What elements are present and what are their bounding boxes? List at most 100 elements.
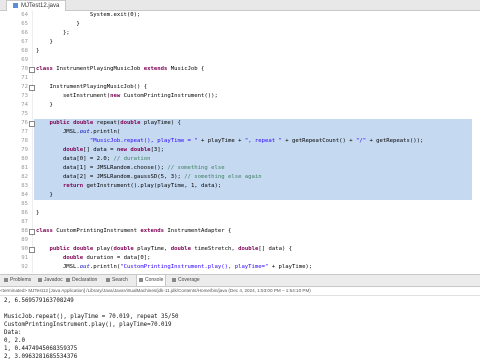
- console-line: Data:: [4, 330, 22, 336]
- line-number: 84: [21, 192, 28, 198]
- code-line[interactable]: 89: [0, 236, 480, 245]
- code-line[interactable]: 85: [0, 200, 480, 209]
- line-number: 66: [21, 30, 28, 36]
- code-line[interactable]: 87: [0, 218, 480, 227]
- editor-tab-file[interactable]: MJTest12.java: [6, 0, 67, 11]
- code-line[interactable]: 72 InstrumentPlayingMusicJob() {: [0, 83, 480, 92]
- code-line[interactable]: 70 class InstrumentPlayingMusicJob extend…: [0, 65, 480, 74]
- line-number: 76: [21, 120, 28, 126]
- fold-toggle-icon[interactable]: [29, 229, 35, 235]
- code-line[interactable]: 90 public double play(double playTime, d…: [0, 245, 480, 254]
- code-line[interactable]: 82 data[2] = JMSLRandom.gaussSD(5, 3); /…: [0, 173, 480, 182]
- code-text: }: [36, 21, 80, 27]
- code-line[interactable]: 92 JMSL.out.println("CustomPrintingInstr…: [0, 263, 480, 272]
- code-editor[interactable]: 64 System.exit(0); 65 } 66 }; 67 } 68} 69 70 c…: [0, 11, 480, 273]
- problems-icon: [4, 277, 8, 282]
- code-text: data[0] = 2.0; // duration: [34, 155, 472, 164]
- console-line: 0, 2.0: [4, 338, 25, 344]
- code-text: public double repeat(double playTime) {: [34, 119, 472, 128]
- fold-toggle-icon[interactable]: [29, 247, 35, 253]
- code-line[interactable]: 68}: [0, 47, 480, 56]
- code-line[interactable]: 78 "MusicJob.repeat(), playTime = " + pl…: [0, 137, 480, 146]
- code-line[interactable]: 75: [0, 110, 480, 119]
- code-text: }: [36, 48, 40, 54]
- code-line[interactable]: 73 setInstrument(new CustomPrintingInstr…: [0, 92, 480, 101]
- code-line[interactable]: 86}: [0, 209, 480, 218]
- code-text: return getInstrument().play(playTime, 1,…: [34, 182, 472, 191]
- code-text: double duration = data[0];: [62, 255, 151, 261]
- line-number: 81: [21, 165, 28, 171]
- code-line[interactable]: 77 JMSL.out.println(: [0, 128, 480, 137]
- line-number: 72: [21, 84, 28, 90]
- line-number: 75: [21, 111, 28, 117]
- console-tab-problems[interactable]: Problems: [4, 275, 31, 286]
- console-tab-label: Javadoc: [44, 277, 63, 283]
- console-tab-label: Declaration: [72, 277, 98, 283]
- code-text: setInstrument(new CustomPrintingInstrume…: [36, 93, 218, 99]
- console-tab-declaration[interactable]: Declaration: [66, 275, 97, 286]
- editor-tab-label: MJTest12.java: [21, 3, 60, 9]
- code-line[interactable]: 88 class CustomPrintingInstrument extends…: [0, 227, 480, 236]
- code-text: };: [36, 30, 70, 36]
- console-tab-label: Console: [145, 277, 164, 283]
- ide-window: MJTest12.java 64 System.exit(0); 65 } 66 }…: [0, 0, 480, 360]
- line-number: 65: [21, 21, 28, 27]
- code-text: }: [36, 39, 53, 45]
- line-number: 71: [21, 75, 28, 81]
- code-line[interactable]: 80 data[0] = 2.0; // duration: [0, 155, 480, 164]
- code-line[interactable]: 83 return getInstrument().play(playTime,…: [0, 182, 480, 191]
- code-line[interactable]: 91 double duration = data[0];: [0, 254, 480, 263]
- code-line[interactable]: 67 }: [0, 38, 480, 47]
- code-text: double[] data = new double[3];: [34, 146, 472, 155]
- line-number: 74: [21, 102, 28, 108]
- code-line[interactable]: 93 JMSL.out.println("Data:");: [0, 272, 480, 273]
- code-line[interactable]: 71: [0, 74, 480, 83]
- console-tab-console[interactable]: Console: [136, 275, 167, 286]
- console-line: MusicJob.repeat(), playTime = 70.019, re…: [4, 314, 179, 320]
- code-line[interactable]: 76 public double repeat(double playTime)…: [0, 119, 480, 128]
- console-tab-coverage[interactable]: Coverage: [172, 275, 200, 286]
- console-tab-label: Search: [112, 277, 128, 283]
- line-number: 86: [21, 210, 28, 216]
- line-number: 68: [21, 48, 28, 54]
- code-text: data[1] = JMSLRandom.choose(); // someth…: [34, 164, 472, 173]
- console-tab-search[interactable]: Search: [106, 275, 128, 286]
- line-number: 70: [21, 66, 28, 72]
- code-text: public double play(double playTime, doub…: [49, 246, 293, 252]
- fold-toggle-icon[interactable]: [29, 121, 35, 127]
- line-number: 79: [21, 147, 28, 153]
- line-number: 89: [21, 237, 28, 243]
- console-status: <terminated> MJTest12 [Java Application]…: [0, 286, 480, 296]
- code-line[interactable]: 64 System.exit(0);: [0, 11, 480, 20]
- code-line[interactable]: 66 };: [0, 29, 480, 38]
- console-tab-label: Coverage: [178, 277, 200, 283]
- code-line[interactable]: 74 }: [0, 101, 480, 110]
- console-line: 2, 3.0963281685534376: [4, 354, 78, 360]
- code-text: JMSL.out.println(: [34, 128, 472, 137]
- code-line[interactable]: 69: [0, 56, 480, 65]
- console-tab-javadoc[interactable]: Javadoc: [38, 275, 63, 286]
- code-text: class InstrumentPlayingMusicJob extends …: [36, 66, 205, 72]
- console-icon: [139, 277, 143, 282]
- code-text: JMSL.out.println("CustomPrintingInstrume…: [36, 264, 313, 270]
- code-line[interactable]: 81 data[1] = JMSLRandom.choose(); // som…: [0, 164, 480, 173]
- fold-toggle-icon[interactable]: [29, 67, 35, 73]
- console-output[interactable]: 2, 6.569579163708249 MusicJob.repeat(), p…: [0, 296, 480, 360]
- code-text: class CustomPrintingInstrument extends I…: [36, 228, 232, 234]
- coverage-icon: [172, 277, 176, 282]
- fold-toggle-icon[interactable]: [29, 85, 35, 91]
- code-line[interactable]: 79 double[] data = new double[3];: [0, 146, 480, 155]
- code-text: InstrumentPlayingMusicJob() {: [36, 84, 148, 90]
- line-number: 83: [21, 183, 28, 189]
- console-line: CustomPrintingInstrument.play(), playTim…: [4, 322, 172, 328]
- line-number: 69: [21, 57, 28, 63]
- code-text: JMSL.out.println("Data:");: [34, 272, 472, 273]
- code-line[interactable]: 65 }: [0, 20, 480, 29]
- code-line[interactable]: 84 }: [0, 191, 480, 200]
- video-frame: MJTest12.java 64 System.exit(0); 65 } 66 }…: [0, 0, 480, 360]
